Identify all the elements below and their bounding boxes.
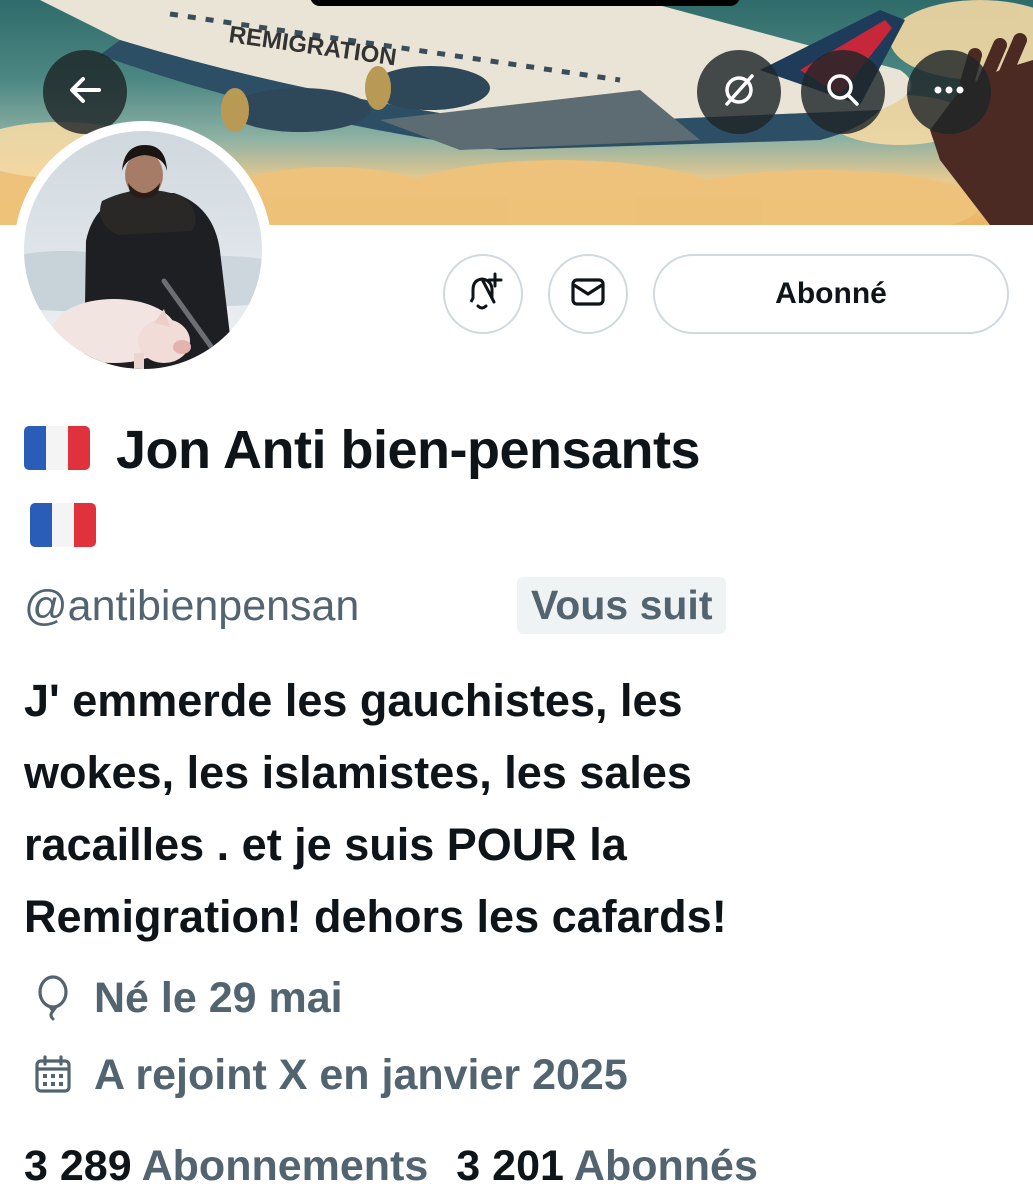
profile-bio: J' emmerde les gauchistes, les wokes, le… (24, 665, 1014, 953)
follow-stats: 3 289 Abonnements 3 201 Abonnés (24, 1138, 758, 1194)
followers-link[interactable]: 3 201 Abonnés (456, 1142, 758, 1190)
followers-count: 3 201 (456, 1142, 564, 1190)
arrow-left-icon (65, 70, 105, 115)
search-button[interactable] (801, 50, 885, 134)
french-flag-emoji (30, 503, 96, 547)
more-horizontal-icon (929, 70, 969, 115)
following-link[interactable]: 3 289 Abonnements (24, 1142, 428, 1190)
bio-line: racailles . et je suis POUR la (24, 819, 627, 870)
joined-row: A rejoint X en janvier 2025 (30, 1047, 628, 1103)
slashed-circle-icon (719, 70, 759, 115)
bell-plus-icon (461, 270, 505, 319)
user-handle: @antibienpensan (24, 582, 360, 630)
follows-you-badge: Vous suit (517, 577, 727, 634)
search-icon (823, 70, 863, 115)
avatar[interactable] (14, 121, 272, 379)
following-count: 3 289 (24, 1142, 132, 1190)
more-button[interactable] (907, 50, 991, 134)
bio-line: J' emmerde les gauchistes, les (24, 675, 683, 726)
balloon-icon (30, 975, 76, 1021)
birthday-text: Né le 29 mai (94, 973, 343, 1022)
display-name: Jon Anti bien-pensants (116, 420, 701, 480)
grok-button[interactable] (697, 50, 781, 134)
message-button[interactable] (548, 254, 628, 334)
following-label: Abonnements (141, 1142, 429, 1190)
avatar-image (24, 131, 262, 369)
display-name-row: Jon Anti bien-pensants (24, 408, 1014, 492)
back-button[interactable] (43, 50, 127, 134)
bio-line: wokes, les islamistes, les sales (24, 747, 692, 798)
envelope-icon (567, 271, 609, 318)
joined-text: A rejoint X en janvier 2025 (94, 1050, 628, 1099)
birthday-row: Né le 29 mai (30, 970, 343, 1026)
device-notch (310, 0, 740, 6)
bio-line: Remigration! dehors les cafards! (24, 891, 727, 942)
french-flag-emoji (24, 425, 90, 470)
followers-label: Abonnés (573, 1142, 758, 1190)
notifications-button[interactable] (443, 254, 523, 334)
following-button[interactable]: Abonné (653, 254, 1009, 334)
calendar-icon (30, 1052, 76, 1098)
